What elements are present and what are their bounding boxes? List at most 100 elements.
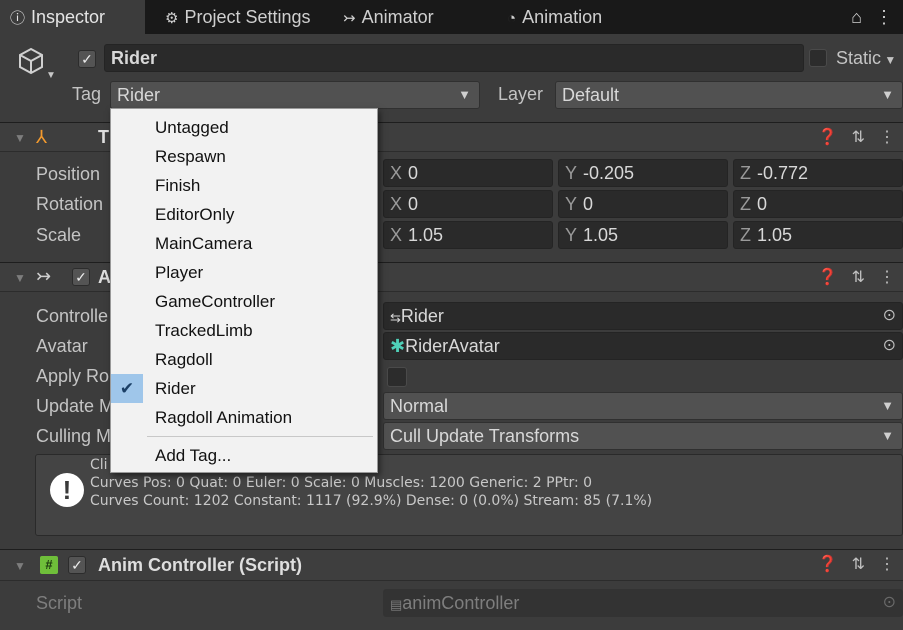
rotation-y-field[interactable]: Y0: [558, 190, 728, 218]
info-clip-text: Cli: [90, 457, 108, 473]
layer-value: Default: [562, 85, 620, 105]
apply-root-motion-checkbox[interactable]: [387, 367, 407, 387]
menu-item-ragdoll[interactable]: Ragdoll: [111, 345, 377, 374]
foldout-arrow-icon[interactable]: ▼: [14, 271, 26, 285]
component-header-icons: ❓ ⇅ ⋮: [804, 123, 895, 153]
update-mode-label: Update M: [36, 396, 115, 416]
icon-dropdown-caret-icon[interactable]: ▼: [46, 70, 56, 81]
gameobject-icon[interactable]: [16, 46, 46, 76]
scale-x-field[interactable]: X 1.05: [383, 221, 553, 249]
chevron-down-icon: ▼: [881, 398, 894, 413]
menu-item-editoronly[interactable]: EditorOnly: [111, 200, 377, 229]
axis-x-label: X: [390, 194, 403, 214]
chevron-down-icon: ▼: [881, 428, 894, 443]
scale-z-value: 1.05: [757, 225, 793, 245]
menu-item-rider[interactable]: Rider: [111, 374, 377, 403]
object-picker-icon: ⊙: [882, 594, 896, 611]
update-mode-value: Normal: [390, 396, 449, 416]
kebab-menu-icon[interactable]: ⋮: [879, 129, 895, 146]
help-icon[interactable]: ❓: [818, 269, 838, 286]
lock-icon[interactable]: ⌂: [851, 7, 862, 27]
axis-x-label: X: [390, 225, 403, 245]
object-picker-icon[interactable]: ⊙: [883, 333, 896, 359]
position-z-field[interactable]: Z -0.772: [733, 159, 903, 187]
foldout-arrow-icon[interactable]: ▼: [14, 559, 26, 573]
rotation-label: Rotation: [36, 194, 104, 214]
tab-animator[interactable]: ↣ Animator: [333, 0, 483, 34]
axis-z-label: Z: [740, 194, 751, 214]
tag-dropdown[interactable]: Rider ▼: [110, 81, 480, 109]
tab-inspector[interactable]: ⓘ Inspector: [0, 0, 145, 34]
scale-z-field[interactable]: Z 1.05: [733, 221, 903, 249]
menu-item-respawn[interactable]: Respawn: [111, 142, 377, 171]
kebab-menu-icon[interactable]: ⋮: [875, 7, 893, 27]
script-label: Script: [36, 593, 83, 613]
tab-label: Project Settings: [184, 7, 311, 27]
tag-label: Tag: [72, 84, 102, 104]
scale-label: Scale: [36, 225, 82, 245]
culling-mode-dropdown[interactable]: Cull Update Transforms ▼: [383, 422, 903, 450]
static-checkbox[interactable]: [809, 49, 827, 67]
position-x-field[interactable]: X0: [383, 159, 553, 187]
presets-icon[interactable]: ⇅: [852, 129, 865, 146]
tag-value: Rider: [117, 85, 161, 105]
object-name-field[interactable]: Rider: [104, 44, 804, 72]
scale-x-value: 1.05: [408, 225, 444, 245]
info-curves-line2: Curves Count: 1202 Constant: 1117 (92.9%…: [90, 493, 653, 509]
rotation-y-value: 0: [583, 194, 594, 214]
position-x-value: 0: [408, 163, 419, 183]
kebab-menu-icon[interactable]: ⋮: [879, 556, 895, 573]
help-icon[interactable]: ❓: [818, 556, 838, 573]
culling-mode-label: Culling M: [36, 426, 112, 446]
position-y-field[interactable]: Y -0.205: [558, 159, 728, 187]
rotation-x-field[interactable]: X0: [383, 190, 553, 218]
animation-clock-icon: ◔: [507, 10, 517, 27]
foldout-arrow-icon[interactable]: ▼: [14, 131, 26, 145]
rotation-x-value: 0: [408, 194, 419, 214]
animator-enabled-checkbox[interactable]: ✓: [72, 268, 90, 286]
help-icon[interactable]: ❓: [818, 129, 838, 146]
axis-y-label: Y: [565, 225, 578, 245]
axis-y-label: Y: [565, 163, 578, 183]
axis-z-label: Z: [740, 163, 751, 183]
presets-icon[interactable]: ⇅: [852, 269, 865, 286]
menu-item-player[interactable]: Player: [111, 258, 377, 287]
layer-dropdown[interactable]: Default ▼: [555, 81, 903, 109]
presets-icon[interactable]: ⇅: [852, 556, 865, 573]
menu-item-gamecontroller[interactable]: GameController: [111, 287, 377, 316]
update-mode-dropdown[interactable]: Normal ▼: [383, 392, 903, 420]
csharp-script-icon: #: [40, 556, 58, 574]
scale-y-field[interactable]: Y 1.05: [558, 221, 728, 249]
position-y-value: -0.205: [583, 163, 635, 183]
static-dropdown[interactable]: Static ▼: [836, 48, 896, 69]
script-enabled-checkbox[interactable]: ✓: [68, 556, 86, 574]
animator-icon: ↣: [343, 10, 356, 27]
transform-icon: ⅄: [36, 127, 47, 147]
kebab-menu-icon[interactable]: ⋮: [879, 269, 895, 286]
controller-field[interactable]: ⇆Rider ⊙: [383, 302, 903, 330]
menu-item-maincamera[interactable]: MainCamera: [111, 229, 377, 258]
active-checkbox[interactable]: ✓: [78, 50, 96, 68]
avatar-icon: ✱: [390, 336, 406, 356]
menu-item-finish[interactable]: Finish: [111, 171, 377, 200]
tab-animation[interactable]: ◔ Animation: [497, 0, 637, 34]
rotation-z-field[interactable]: Z0: [733, 190, 903, 218]
script-component-header[interactable]: ▼ # ✓ Anim Controller (Script) ❓ ⇅ ⋮: [0, 549, 903, 581]
axis-z-label: Z: [740, 225, 751, 245]
script-value: animController: [402, 593, 520, 613]
culling-mode-value: Cull Update Transforms: [390, 426, 580, 446]
menu-item-untagged[interactable]: Untagged: [111, 113, 377, 142]
animator-icon: ↣: [36, 266, 52, 286]
tab-project-settings[interactable]: ⚙ Project Settings: [155, 0, 340, 34]
avatar-field[interactable]: ✱RiderAvatar ⊙: [383, 332, 903, 360]
menu-item-add-tag[interactable]: Add Tag...: [111, 441, 377, 470]
tab-label: Animation: [522, 7, 603, 27]
layer-label: Layer: [498, 84, 544, 104]
object-picker-icon[interactable]: ⊙: [883, 303, 896, 329]
tab-label: Animator: [361, 7, 434, 27]
menu-separator: [147, 436, 373, 437]
menu-item-trackedlimb[interactable]: TrackedLimb: [111, 316, 377, 345]
axis-y-label: Y: [565, 194, 578, 214]
menu-item-ragdoll-animation[interactable]: Ragdoll Animation: [111, 403, 377, 432]
gear-icon: ⚙: [165, 10, 179, 27]
